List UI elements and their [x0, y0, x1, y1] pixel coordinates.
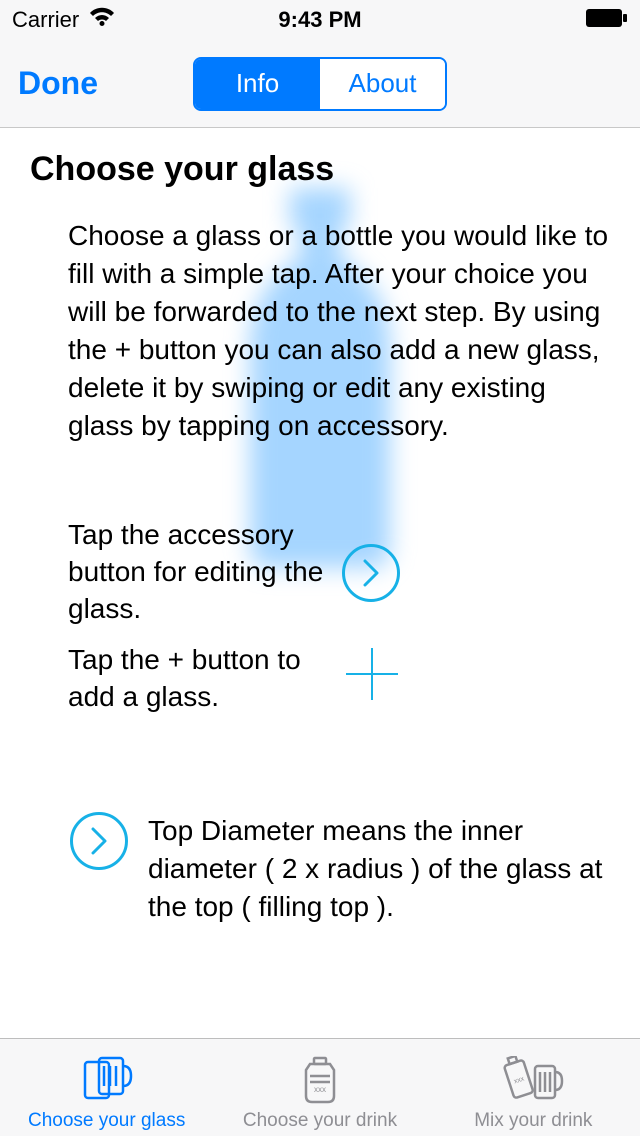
tip-accessory-text: Tap the accessory button for editing the… — [68, 517, 328, 628]
wifi-icon — [89, 7, 115, 33]
diameter-chevron-icon — [70, 812, 128, 870]
nav-bar: Done Info About — [0, 40, 640, 128]
tab-choose-drink[interactable]: xxx Choose your drink — [213, 1039, 426, 1136]
segment-about[interactable]: About — [320, 59, 445, 109]
svg-text:xxx: xxx — [513, 1075, 526, 1085]
intro-text: Choose a glass or a bottle you would lik… — [68, 217, 610, 445]
segmented-control: Info About — [193, 57, 447, 111]
svg-text:xxx: xxx — [314, 1085, 326, 1094]
glass-icon — [79, 1052, 135, 1108]
accessory-chevron-icon — [342, 544, 400, 602]
jug-icon: xxx — [296, 1052, 344, 1108]
tab-label: Choose your glass — [28, 1110, 185, 1132]
carrier-label: Carrier — [12, 7, 79, 33]
diameter-text: Top Diameter means the inner diameter ( … — [148, 812, 610, 926]
tab-mix-drink[interactable]: xxx Mix your drink — [427, 1039, 640, 1136]
tab-label: Choose your drink — [243, 1110, 397, 1132]
content-area: Choose your glass Choose a glass or a bo… — [0, 128, 640, 1038]
tab-choose-glass[interactable]: Choose your glass — [0, 1039, 213, 1136]
done-button[interactable]: Done — [18, 65, 98, 102]
plus-icon — [342, 644, 402, 714]
battery-icon — [586, 7, 628, 33]
page-title: Choose your glass — [30, 150, 610, 189]
tab-label: Mix your drink — [474, 1110, 592, 1132]
status-bar: Carrier 9:43 PM — [0, 0, 640, 40]
mix-icon: xxx — [501, 1052, 565, 1108]
tip-add-text: Tap the + button to add a glass. — [68, 642, 328, 716]
tab-bar: Choose your glass xxx Choose your drink … — [0, 1038, 640, 1136]
segment-info[interactable]: Info — [195, 59, 320, 109]
